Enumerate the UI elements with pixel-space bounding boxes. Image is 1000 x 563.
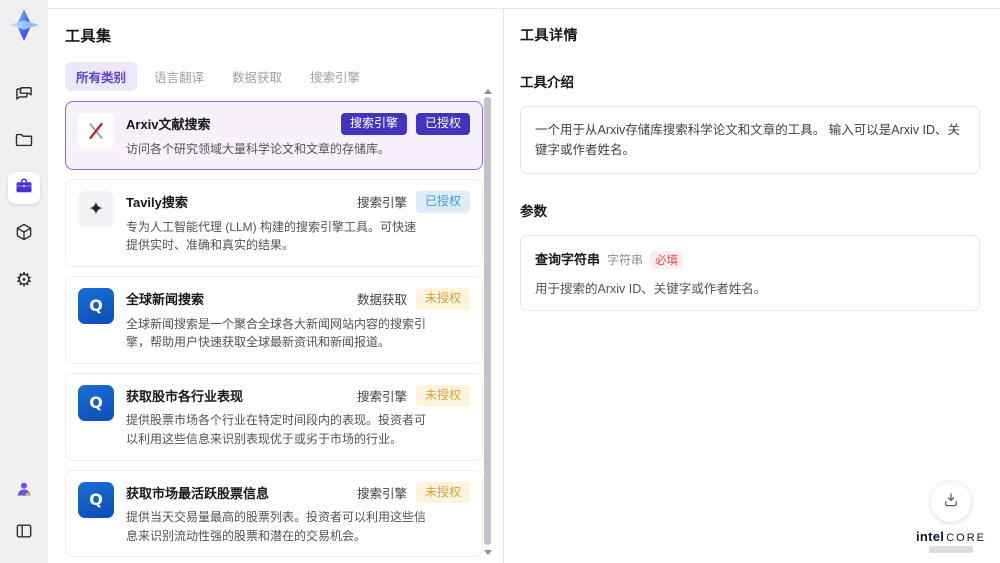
brand-subtext bbox=[928, 546, 973, 553]
intro-heading: 工具介绍 bbox=[520, 75, 574, 90]
category-label: 搜索引擎 bbox=[356, 390, 407, 405]
tool-name: Tavily搜索 bbox=[126, 195, 188, 211]
tool-description: 访问各个研究领域大量科学论文和文章的存储库。 bbox=[126, 141, 391, 156]
sidebar-item-tools[interactable] bbox=[8, 172, 40, 204]
tool-card-global-news[interactable]: Q 全球新闻搜索 数据获取 未授权 全球新闻搜索是一个聚合全球各大新闻网站内容的… bbox=[65, 275, 483, 364]
page-title: 工具集 bbox=[65, 28, 112, 45]
news-search-logo-icon: Q bbox=[78, 287, 114, 324]
chat-icon bbox=[14, 84, 34, 109]
tool-list: Arxiv文献搜索 搜索引擎 已授权 访问各个研究领域大量科学论文和文章的存储库… bbox=[65, 101, 483, 563]
toolset-panel: 工具集 所有类别 语言翻译 数据获取 搜索引擎 Arxiv文献搜索 搜索引擎 已… bbox=[48, 9, 504, 563]
tool-card-tavily[interactable]: ✦ Tavily搜索 搜索引擎 已授权 专为人工智能代理 (LLM) 构建的搜索… bbox=[65, 179, 483, 267]
tab-all-categories[interactable]: 所有类别 bbox=[65, 62, 138, 91]
param-description: 用于搜索的Arxiv ID、关键字或作者姓名。 bbox=[535, 282, 767, 296]
folder-icon bbox=[14, 130, 34, 155]
sidebar-item-panel-toggle[interactable] bbox=[8, 517, 40, 549]
intel-core-logo: intel CORE bbox=[916, 529, 986, 544]
tab-data-fetch[interactable]: 数据获取 bbox=[221, 62, 293, 91]
tool-name: 获取股市各行业表现 bbox=[126, 388, 244, 404]
user-icon bbox=[14, 479, 34, 504]
tab-search-engine[interactable]: 搜索引擎 bbox=[299, 62, 371, 91]
sidebar-item-chat[interactable] bbox=[8, 80, 40, 112]
main-content: 工具集 所有类别 语言翻译 数据获取 搜索引擎 Arxiv文献搜索 搜索引擎 已… bbox=[48, 8, 1000, 563]
tool-description: 提供当天交易量最高的股票列表。投资者可以利用这些信息来识别流动性强的股票和潜在的… bbox=[126, 510, 427, 543]
auth-badge: 未授权 bbox=[415, 287, 470, 310]
app-rail: ⚙ bbox=[0, 0, 48, 563]
app-logo bbox=[7, 8, 41, 42]
auth-badge: 已授权 bbox=[415, 191, 470, 213]
tool-card-sector-performance[interactable]: Q 获取股市各行业表现 搜索引擎 未授权 提供股票市场各个行业在特定时间段内的表… bbox=[65, 372, 483, 461]
scrollbar-thumb[interactable] bbox=[484, 97, 491, 545]
params-heading: 参数 bbox=[520, 204, 547, 219]
tab-language-translation[interactable]: 语言翻译 bbox=[143, 62, 215, 91]
briefcase-icon bbox=[14, 176, 34, 201]
tool-description: 提供股票市场各个行业在特定时间段内的表现。投资者可以利用这些信息来识别表现优于或… bbox=[126, 413, 427, 446]
detail-title: 工具详情 bbox=[520, 27, 578, 43]
gear-icon: ⚙ bbox=[15, 269, 33, 291]
download-icon bbox=[942, 491, 960, 514]
sidebar-item-files[interactable] bbox=[8, 126, 40, 158]
scroll-up-icon[interactable] bbox=[483, 89, 492, 94]
category-badge: 搜索引擎 bbox=[340, 113, 407, 135]
param-required-badge: 必填 bbox=[650, 251, 684, 269]
tavily-star-logo-icon: ✦ bbox=[78, 191, 114, 228]
layout-icon bbox=[14, 521, 34, 546]
category-label: 搜索引擎 bbox=[356, 196, 407, 211]
auth-badge: 未授权 bbox=[415, 384, 470, 407]
tool-card-arxiv[interactable]: Arxiv文献搜索 搜索引擎 已授权 访问各个研究领域大量科学论文和文章的存储库… bbox=[65, 101, 483, 171]
tool-name: 获取市场最活跃股票信息 bbox=[126, 485, 270, 501]
param-name: 查询字符串 bbox=[535, 252, 601, 267]
tool-name: Arxiv文献搜索 bbox=[126, 117, 211, 132]
tool-description: 全球新闻搜索是一个聚合全球各大新闻网站内容的搜索引擎，帮助用户快速获取全球最新资… bbox=[126, 316, 427, 350]
sidebar-item-packages[interactable] bbox=[8, 218, 40, 250]
category-tabs: 所有类别 语言翻译 数据获取 搜索引擎 bbox=[65, 62, 503, 91]
auth-badge: 已授权 bbox=[415, 113, 470, 135]
brand-intel: intel bbox=[915, 529, 945, 544]
param-type: 字符串 bbox=[607, 253, 644, 267]
tool-list-scrollbar[interactable] bbox=[483, 89, 492, 555]
brand-core: CORE bbox=[946, 532, 986, 544]
arxiv-logo-icon bbox=[78, 113, 114, 149]
stock-sector-logo-icon: Q bbox=[78, 384, 114, 421]
cube-icon bbox=[14, 222, 34, 247]
auth-badge: 未授权 bbox=[415, 481, 470, 504]
active-stock-logo-icon: Q bbox=[78, 481, 114, 518]
tool-card-most-active-stocks[interactable]: Q 获取市场最活跃股票信息 搜索引擎 未授权 提供当天交易量最高的股票列表。投资… bbox=[65, 469, 483, 558]
sidebar-item-settings[interactable]: ⚙ bbox=[8, 264, 40, 296]
tool-name: 全球新闻搜索 bbox=[126, 291, 205, 307]
sidebar-item-profile[interactable] bbox=[8, 475, 40, 507]
tool-description: 专为人工智能代理 (LLM) 构建的搜索引擎工具。可快速提供实时、准确和真实的结… bbox=[126, 219, 417, 253]
param-item: 查询字符串 字符串 必填 用于搜索的Arxiv ID、关键字或作者姓名。 bbox=[520, 235, 980, 311]
category-label: 数据获取 bbox=[356, 293, 407, 308]
tool-detail-panel: 工具详情 工具介绍 一个用于从Arxiv存储库搜索科学论文和文章的工具。 输入可… bbox=[504, 9, 1000, 563]
intro-text: 一个用于从Arxiv存储库搜索科学论文和文章的工具。 输入可以是Arxiv ID… bbox=[520, 106, 980, 174]
category-label: 搜索引擎 bbox=[356, 486, 407, 501]
scroll-down-icon[interactable] bbox=[483, 550, 492, 555]
corner-widget: intel CORE bbox=[916, 482, 986, 553]
download-button[interactable] bbox=[930, 482, 971, 522]
